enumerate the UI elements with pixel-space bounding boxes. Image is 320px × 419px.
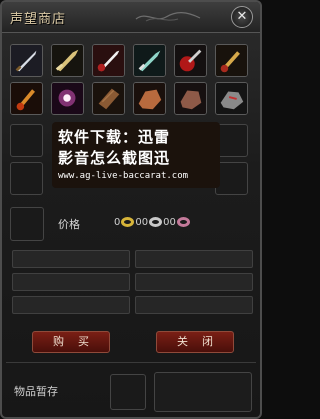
shop-slot-1[interactable] xyxy=(10,44,43,77)
gold-coin-icon xyxy=(121,217,135,227)
golden-blade-item-icon xyxy=(52,45,83,76)
storage-label: 物品暂存 xyxy=(14,385,58,398)
shop-slot-11[interactable] xyxy=(174,82,207,115)
shop-slot-3[interactable] xyxy=(92,44,125,77)
shop-slot-12[interactable] xyxy=(215,82,248,115)
close-button[interactable]: 关闭 xyxy=(156,331,234,353)
shop-slot-5[interactable] xyxy=(174,44,207,77)
info-field xyxy=(135,250,253,268)
info-field xyxy=(12,250,130,268)
magic-burst-item-icon xyxy=(52,83,83,114)
shop-slot-8[interactable] xyxy=(51,82,84,115)
wood-log-item-icon xyxy=(93,83,124,114)
shop-slot-7[interactable] xyxy=(10,82,43,115)
red-gem-item-icon xyxy=(175,45,206,76)
empty-shop-slot[interactable] xyxy=(10,124,43,157)
price-label: 价格 xyxy=(58,218,80,231)
watermark-line-2: 影音怎么截图迅 xyxy=(58,149,171,167)
info-field xyxy=(12,296,130,314)
iron-ore-item-icon xyxy=(216,83,247,114)
storage-slot[interactable] xyxy=(110,374,146,410)
teal-blade-item-icon xyxy=(134,45,165,76)
watermark-overlay: 软件下载：迅雷 影音怎么截图迅 www.ag-live-baccarat.com xyxy=(52,122,220,188)
fire-wand-item-icon xyxy=(11,83,42,114)
info-field xyxy=(135,296,253,314)
title-ornament-icon xyxy=(135,12,201,22)
window-title: 声望商店 xyxy=(10,12,67,27)
silver-coin-icon xyxy=(149,217,163,227)
info-field xyxy=(135,273,253,291)
info-field xyxy=(12,273,130,291)
silver-amount: 00 xyxy=(135,216,149,228)
reputation-shop-window: 声望商店 ✕ 软件下载：迅雷 影音怎么截图迅 www.ag-live-bacca… xyxy=(0,0,262,419)
ice-sword-item-icon xyxy=(93,45,124,76)
copper-ore-item-icon xyxy=(134,83,165,114)
shop-slot-9[interactable] xyxy=(92,82,125,115)
buy-button[interactable]: 购买 xyxy=(32,331,110,353)
price-display: 0 00 00 xyxy=(114,214,191,230)
sword-item-icon xyxy=(11,45,42,76)
shop-slot-4[interactable] xyxy=(133,44,166,77)
shop-slot-10[interactable] xyxy=(133,82,166,115)
empty-shop-slot[interactable] xyxy=(10,162,43,195)
selected-item-slot[interactable] xyxy=(10,207,44,241)
shop-slot-2[interactable] xyxy=(51,44,84,77)
golden-wand-item-icon xyxy=(216,45,247,76)
pink-amount: 00 xyxy=(163,216,176,228)
watermark-url: www.ag-live-baccarat.com xyxy=(58,171,189,181)
bronze-ore-item-icon xyxy=(175,83,206,114)
title-bar[interactable]: 声望商店 ✕ xyxy=(2,2,260,33)
watermark-line-1: 软件下载：迅雷 xyxy=(58,128,171,146)
storage-area xyxy=(154,372,252,412)
shop-slot-6[interactable] xyxy=(215,44,248,77)
close-window-button[interactable]: ✕ xyxy=(231,6,253,28)
divider xyxy=(6,362,256,363)
gold-amount: 0 xyxy=(114,216,121,228)
pink-coin-icon xyxy=(176,217,190,227)
